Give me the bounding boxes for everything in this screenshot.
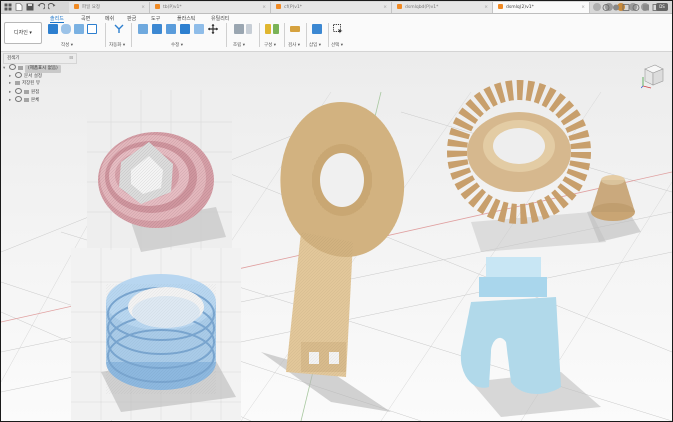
tab-document-4[interactable]: dsmlqbd(P)v1* × [392,2,493,13]
close-icon[interactable]: × [141,2,145,13]
app-window: 파일 요정 × tb(P)v1* × cf(P)v1* × dsmlqbd(P)… [0,0,673,422]
look-at-icon[interactable] [613,4,619,11]
group-automate[interactable]: 자동화 ▾ [109,42,125,48]
visibility-icon[interactable] [9,64,16,70]
folder-icon [24,90,29,94]
pan-icon[interactable] [622,4,630,11]
joint-origin-icon[interactable] [246,24,252,34]
close-icon[interactable]: × [581,2,585,13]
grid-menu-icon[interactable] [4,3,12,11]
close-icon[interactable]: × [383,2,387,13]
tab-document-3[interactable]: cf(P)v1* × [271,2,392,13]
automate-icon[interactable] [114,24,124,34]
toolbar-divider [105,23,106,47]
navigation-bar [602,4,660,11]
group-construct[interactable]: 구성 ▾ [264,42,276,48]
viewcube[interactable] [641,61,665,89]
document-icon [276,4,281,9]
tab-sheet-metal[interactable]: 판금 [127,15,136,22]
new-tab-icon[interactable] [593,3,601,11]
settings-icon [15,72,22,78]
tab-document-5[interactable]: dsmlq(2)v1* × [493,2,590,13]
box-icon[interactable] [87,24,97,34]
tab-document-2[interactable]: tb(P)v1* × [150,2,271,13]
extrude-icon[interactable] [74,24,84,34]
browser-panel: 검색기 ⊟ ▾ (제품표시 없음) ▸ 문서 설정 ▸ 저장된 뷰 ▸ 원점 ▸ 본체 [3,53,77,121]
orbit-icon[interactable] [602,4,610,11]
tree-item-origin[interactable]: ▸ 원점 [3,88,77,96]
chamfer-icon[interactable] [166,24,176,34]
toolbar-divider [306,23,307,47]
joint-icon[interactable] [234,24,244,34]
close-icon[interactable]: × [262,2,266,13]
create-form-icon[interactable] [61,24,71,34]
document-icon [74,4,79,9]
blue-part-model[interactable] [101,274,236,412]
browser-header: 검색기 ⊟ [3,53,77,64]
design-viewport[interactable] [1,52,672,421]
toolbar-divider [226,23,227,47]
tree-item-document-settings[interactable]: ▸ 문서 설정 [3,72,77,80]
display-settings-icon[interactable] [643,4,649,11]
redo-icon[interactable] [48,3,56,11]
move-icon[interactable] [208,24,218,34]
tree-item-named-views[interactable]: ▸ 저장된 뷰 [3,80,77,88]
tab-mesh[interactable]: 메쉬 [105,15,114,22]
folder-icon [15,81,20,85]
tree-root[interactable]: ▾ (제품표시 없음) [3,64,77,73]
ribbon-toolbar: 디자인 ▾ 솔리드 곡면 메쉬 판금 도구 플라스틱 유틸리티 작성 ▾ 자동화… [1,14,672,52]
combine-icon[interactable] [194,24,204,34]
measure-icon[interactable] [290,26,300,32]
save-icon[interactable] [26,3,34,11]
close-icon[interactable]: × [484,2,488,13]
tree-item-bodies[interactable]: ▸ 본체 [3,96,77,104]
document-icon [155,4,160,9]
document-icon [498,4,503,9]
folder-icon [24,98,29,102]
workspace-switcher[interactable]: 디자인 ▾ [4,22,42,44]
file-icon[interactable] [15,3,23,11]
offset-plane-icon[interactable] [265,24,271,34]
tab-utilities[interactable]: 유틸리티 [211,15,229,22]
shell-icon[interactable] [180,24,190,34]
tab-plastic[interactable]: 플라스틱 [177,15,195,22]
document-icon [397,4,402,9]
toolbar-divider [131,23,132,47]
tab-document-1[interactable]: 파일 요정 × [69,2,150,13]
tab-solid[interactable]: 솔리드 [50,15,64,23]
toolbar-divider [284,23,285,47]
undo-icon[interactable] [37,3,45,11]
axis-icon[interactable] [273,24,279,34]
zoom-icon[interactable] [632,4,640,11]
press-pull-icon[interactable] [138,24,148,34]
insert-image-icon[interactable] [312,24,322,34]
group-assemble[interactable]: 조립 ▾ [233,42,245,48]
collapse-icon[interactable]: ⊟ [69,54,73,63]
select-icon[interactable] [333,24,343,34]
group-select[interactable]: 선택 ▾ [331,42,343,48]
fillet-icon[interactable] [152,24,162,34]
toolbar-divider [328,23,329,47]
component-icon [18,66,23,70]
create-sketch-icon[interactable] [48,24,58,34]
tab-tools[interactable]: 도구 [151,15,160,22]
visibility-icon[interactable] [15,96,22,102]
group-insert[interactable]: 삽입 ▾ [309,42,321,48]
group-create[interactable]: 작성 ▾ [61,42,73,48]
group-inspect[interactable]: 검사 ▾ [288,42,300,48]
grid-settings-icon[interactable] [652,4,660,11]
title-bar: 파일 요정 × tb(P)v1* × cf(P)v1* × dsmlqbd(P)… [1,1,672,14]
visibility-icon[interactable] [15,88,22,94]
tab-surface[interactable]: 곡면 [81,15,90,22]
group-modify[interactable]: 수정 ▾ [171,42,183,48]
toolbar-divider [259,23,260,47]
